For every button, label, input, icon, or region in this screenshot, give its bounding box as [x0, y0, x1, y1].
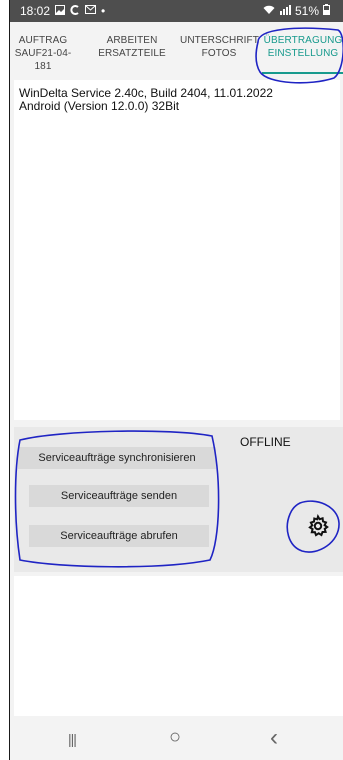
tab-auftrag-line1: AUFTRAG [18, 35, 68, 46]
gear-icon[interactable] [304, 512, 332, 540]
tab-arbeiten[interactable]: ARBEITEN ERSATZTEILE [96, 34, 168, 60]
info-panel: WinDelta Service 2.40c, Build 2404, 11.0… [14, 80, 340, 420]
status-time: 18:02 [20, 4, 51, 18]
c-icon [70, 4, 80, 18]
tab-arbeiten-line2: ERSATZTEILE [98, 48, 166, 59]
sync-orders-button[interactable]: Serviceaufträge synchronisieren [18, 447, 216, 469]
system-nav-bar: ||| ○ ‹ [10, 718, 343, 760]
app-frame: 18:02 • 51% AUFTRAG SAUF21-04-181 ARBEIT… [9, 0, 343, 760]
connection-status: OFFLINE [240, 435, 291, 449]
battery-icon [323, 4, 330, 18]
send-orders-button[interactable]: Serviceaufträge senden [29, 485, 209, 507]
tab-uebertragung-line2: EINSTELLUNG [267, 48, 339, 59]
action-panel: OFFLINE Serviceaufträge synchronisieren … [14, 427, 343, 572]
back-button[interactable]: ‹ [270, 724, 278, 752]
bottom-panel [14, 576, 343, 716]
tab-bar: AUFTRAG SAUF21-04-181 ARBEITEN ERSATZTEI… [10, 26, 343, 76]
tab-unterschrift[interactable]: UNTERSCHRIFT FOTOS [180, 34, 259, 60]
battery-percent: 51% [294, 4, 319, 18]
version-text: WinDelta Service 2.40c, Build 2404, 11.0… [19, 86, 273, 100]
image-icon [55, 4, 66, 18]
signal-icon [279, 4, 291, 18]
fetch-orders-button[interactable]: Serviceaufträge abrufen [29, 525, 209, 547]
home-button[interactable]: ○ [169, 726, 181, 749]
status-bar: 18:02 • 51% [10, 0, 343, 22]
active-tab-indicator [262, 72, 343, 74]
tab-uebertragung-line1: ÜBERTRAGUNG [263, 35, 343, 46]
tab-uebertragung[interactable]: ÜBERTRAGUNG EINSTELLUNG [262, 34, 343, 60]
wifi-icon [263, 5, 275, 18]
tab-auftrag-line2: SAUF21-04-181 [14, 48, 72, 72]
mail-icon [85, 5, 97, 17]
tab-arbeiten-line1: ARBEITEN [106, 35, 158, 46]
tab-unterschrift-line2: FOTOS [201, 48, 237, 59]
recents-button[interactable]: ||| [68, 731, 77, 747]
android-version-text: Android (Version 12.0.0) 32Bit [19, 99, 180, 113]
tab-unterschrift-line1: UNTERSCHRIFT [180, 35, 259, 46]
tab-auftrag[interactable]: AUFTRAG SAUF21-04-181 [12, 34, 74, 73]
status-dot: • [101, 4, 106, 18]
